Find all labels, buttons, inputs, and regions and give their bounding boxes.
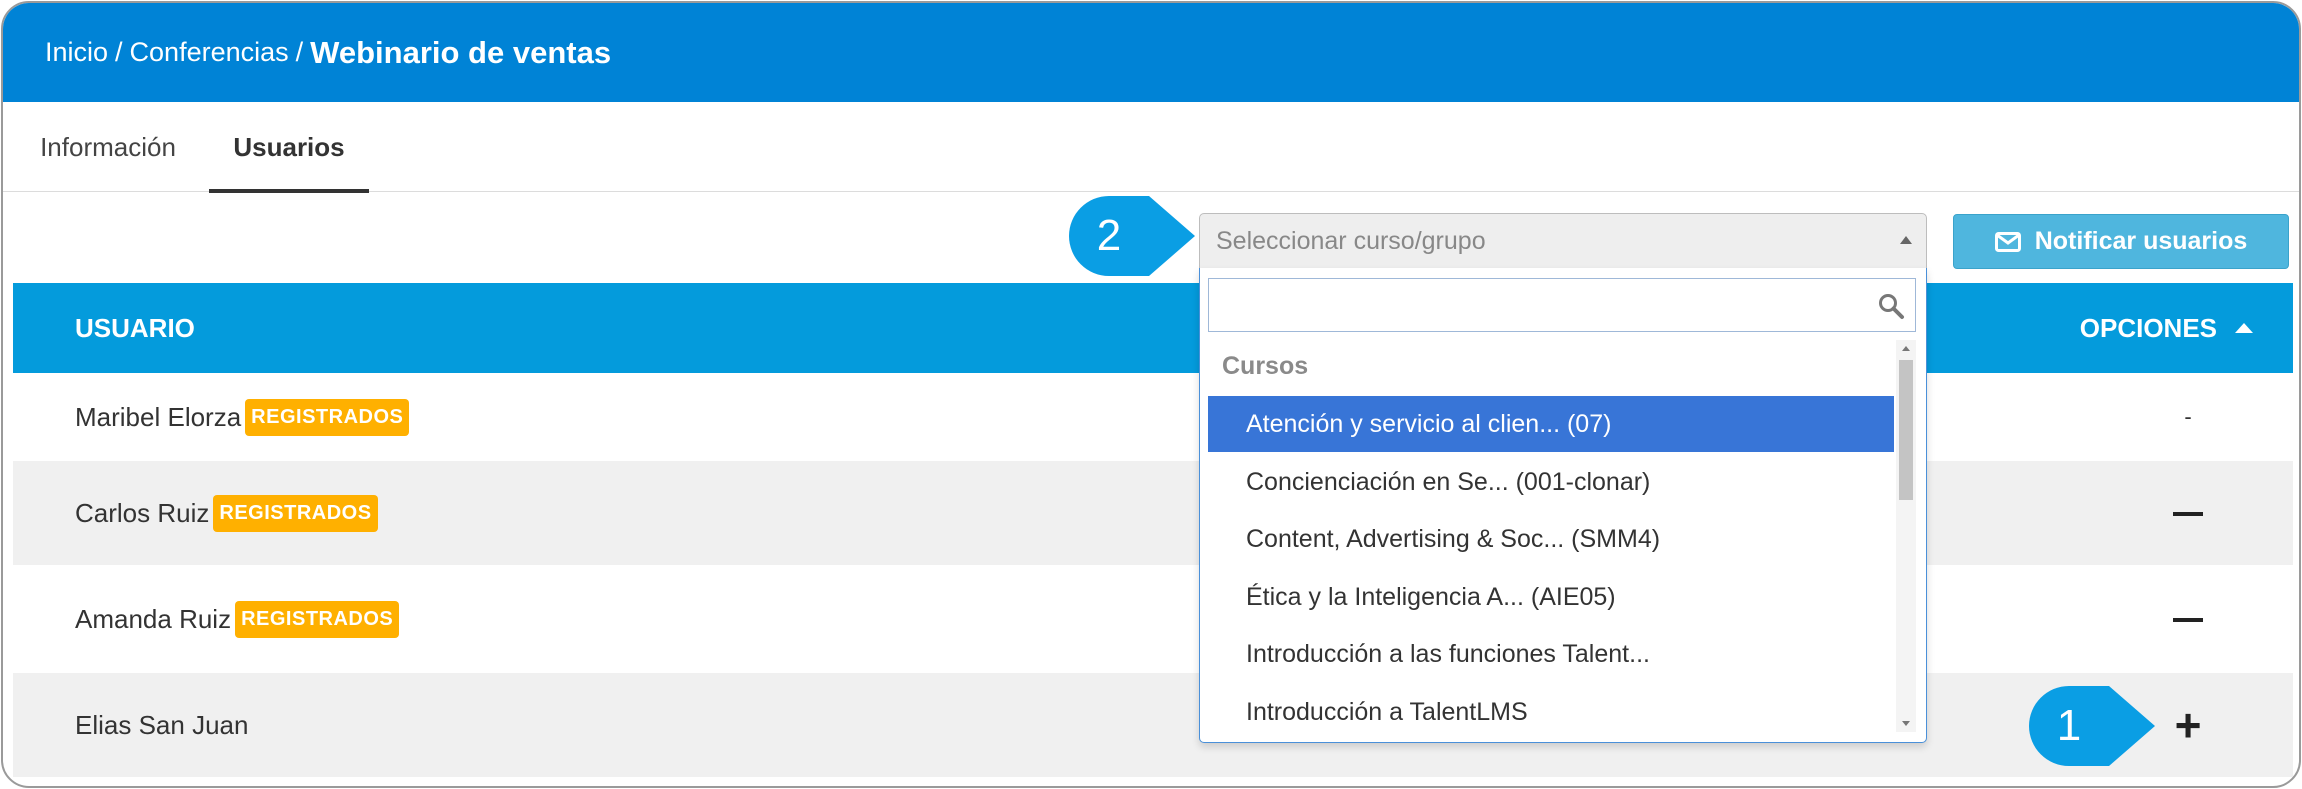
page-title: Webinario de ventas <box>310 34 612 70</box>
breadcrumb-home[interactable]: Inicio <box>45 37 108 68</box>
option-none: - <box>2184 404 2192 429</box>
callout-number: 2 <box>1096 211 1122 260</box>
status-badge: REGISTRADOS <box>235 600 400 638</box>
add-user-button[interactable]: + <box>2153 702 2223 748</box>
caret-up-icon[interactable] <box>2235 323 2253 333</box>
table-row: Maribel Elorza REGISTRADOS - <box>13 373 2293 461</box>
dropdown-option[interactable]: Atención y servicio al clien... (07) <box>1208 396 1894 452</box>
breadcrumb-separator: / <box>295 37 304 67</box>
tab-users[interactable]: Usuarios <box>209 102 369 193</box>
breadcrumb-separator: / <box>115 37 123 67</box>
caret-up-icon <box>1900 236 1912 244</box>
callout-marker-1: 1 <box>2029 686 2157 766</box>
tab-information[interactable]: Información <box>13 102 203 192</box>
remove-user-button[interactable] <box>2153 606 2223 632</box>
header-bar: Inicio / Conferencias / Webinario de ven… <box>3 3 2299 102</box>
table-row: Amanda Ruiz REGISTRADOS <box>13 565 2293 673</box>
callout-number: 1 <box>2056 701 2082 750</box>
course-group-dropdown: Cursos Atención y servicio al clien... (… <box>1199 268 1927 743</box>
dropdown-option[interactable]: Concienciación en Se... (001-clonar) <box>1208 454 1894 510</box>
status-badge: REGISTRADOS <box>213 494 378 532</box>
dropdown-option[interactable]: Introducción a TalentLMS <box>1208 684 1894 740</box>
column-header-user[interactable]: USUARIO <box>75 283 195 373</box>
magnifier-icon <box>1877 292 1905 325</box>
app-frame: Inicio / Conferencias / Webinario de ven… <box>1 1 2301 788</box>
minus-icon <box>2173 512 2203 517</box>
user-name: Carlos Ruiz <box>75 497 210 528</box>
select-placeholder: Seleccionar curso/grupo <box>1216 226 1486 255</box>
column-header-options-label: OPCIONES <box>2079 312 2217 343</box>
dropdown-option[interactable]: Content, Advertising & Soc... (SMM4) <box>1208 511 1894 567</box>
notify-users-label: Notificar usuarios <box>2034 227 2248 255</box>
user-name: Elias San Juan <box>75 709 249 740</box>
scroll-down-icon[interactable] <box>1902 721 1910 726</box>
user-name: Amanda Ruiz <box>75 603 232 634</box>
scroll-up-icon[interactable] <box>1902 346 1910 351</box>
remove-user-button[interactable] <box>2153 500 2223 526</box>
dropdown-option[interactable]: Introducción a las funciones Talent... <box>1208 626 1894 682</box>
minus-icon <box>2173 618 2203 623</box>
dropdown-group-label: Cursos <box>1222 352 1309 380</box>
breadcrumb-conferences[interactable]: Conferencias <box>130 37 289 68</box>
envelope-icon <box>1994 231 2021 252</box>
scrollbar-thumb[interactable] <box>1899 360 1913 500</box>
tab-bar: Información Usuarios <box>3 102 2299 193</box>
status-badge: REGISTRADOS <box>245 398 410 436</box>
column-header-options[interactable]: OPCIONES <box>2080 283 2253 373</box>
callout-marker-2: 2 <box>1069 196 1197 276</box>
users-table-header: USUARIO OPCIONES <box>13 283 2293 373</box>
dropdown-search-input[interactable] <box>1208 278 1916 332</box>
plus-icon: + <box>2174 699 2202 751</box>
table-row: Elias San Juan + <box>13 673 2293 777</box>
table-row: Carlos Ruiz REGISTRADOS <box>13 461 2293 565</box>
user-name: Maribel Elorza <box>75 401 242 432</box>
dropdown-scrollbar[interactable] <box>1896 340 1916 732</box>
course-group-select[interactable]: Seleccionar curso/grupo <box>1199 213 1927 269</box>
dropdown-option[interactable]: Ética y la Inteligencia A... (AIE05) <box>1208 569 1894 625</box>
notify-users-button[interactable]: Notificar usuarios <box>1953 214 2289 269</box>
